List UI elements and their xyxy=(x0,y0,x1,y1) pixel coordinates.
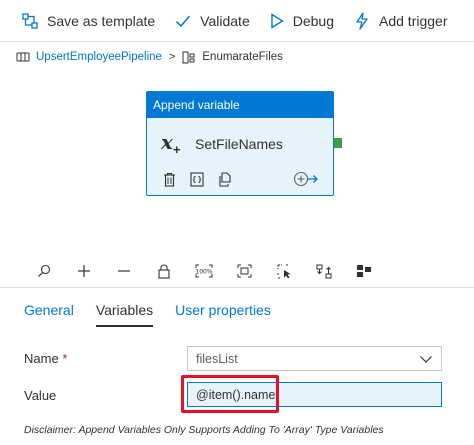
delete-icon[interactable] xyxy=(163,172,176,187)
validate-button[interactable]: Validate xyxy=(175,0,250,42)
copy-icon[interactable] xyxy=(218,172,233,187)
save-as-template-label: Save as template xyxy=(47,12,156,29)
save-as-template-button[interactable]: Save as template xyxy=(22,0,155,42)
tab-general[interactable]: General xyxy=(24,297,74,327)
svg-text:100%: 100% xyxy=(195,269,212,276)
checkmark-icon xyxy=(176,15,191,27)
play-icon xyxy=(271,12,284,29)
variable-name-select[interactable]: filesList xyxy=(187,346,442,371)
breadcrumb: UpsertEmployeePipeline > EnumarateFiles xyxy=(16,47,283,67)
debug-button[interactable]: Debug xyxy=(270,0,334,42)
name-label-text: Name xyxy=(24,351,59,366)
debug-label: Debug xyxy=(292,12,334,29)
add-trigger-label: Add trigger xyxy=(379,12,448,29)
tab-user-properties[interactable]: User properties xyxy=(175,297,271,327)
properties-tabs: General Variables User properties xyxy=(24,297,293,327)
foreach-icon xyxy=(182,51,195,63)
pipeline-icon xyxy=(16,52,30,62)
zoom-out-icon[interactable] xyxy=(104,264,144,278)
select-icon[interactable] xyxy=(264,264,304,279)
activity-name: SetFileNames xyxy=(195,136,283,152)
lock-icon[interactable] xyxy=(144,263,184,279)
breadcrumb-pipeline-link[interactable]: UpsertEmployeePipeline xyxy=(36,51,162,63)
layout-icon[interactable] xyxy=(344,264,384,278)
breadcrumb-separator: > xyxy=(168,51,176,63)
tab-variables[interactable]: Variables xyxy=(95,297,154,327)
zoom-in-icon[interactable] xyxy=(64,264,104,278)
search-icon[interactable] xyxy=(24,264,64,278)
activity-actions xyxy=(163,172,247,187)
disclaimer-text: Disclaimer: Append Variables Only Suppor… xyxy=(24,424,384,436)
canvas-toolbar: 100% xyxy=(24,258,384,284)
zoom-100-icon[interactable]: 100% xyxy=(184,264,224,278)
variable-plus-icon: + xyxy=(173,142,181,157)
variable-icon: x xyxy=(161,130,173,154)
append-variable-activity[interactable]: Append variable x + SetFileNames xyxy=(146,91,334,196)
variable-name-value: filesList xyxy=(196,351,238,366)
panel-divider xyxy=(0,287,474,288)
auto-align-icon[interactable] xyxy=(304,264,344,279)
value-field-label: Value xyxy=(24,388,57,403)
activity-body: x + SetFileNames xyxy=(147,118,333,195)
activity-success-port[interactable] xyxy=(334,138,342,148)
name-field-label: Name * xyxy=(24,351,67,366)
chevron-down-icon xyxy=(420,356,432,363)
template-icon xyxy=(22,12,38,29)
validate-label: Validate xyxy=(200,12,250,29)
code-icon[interactable] xyxy=(190,172,204,187)
fit-to-screen-icon[interactable] xyxy=(224,264,264,278)
breadcrumb-current: EnumarateFiles xyxy=(202,51,283,63)
add-trigger-button[interactable]: Add trigger xyxy=(354,0,447,42)
pipeline-toolbar: Save as template Validate Debug Add trig… xyxy=(0,0,474,42)
required-marker: * xyxy=(62,351,68,366)
value-highlight-box xyxy=(181,375,279,413)
lightning-icon xyxy=(356,11,368,30)
activity-type-header: Append variable xyxy=(147,92,333,118)
add-output-icon[interactable] xyxy=(293,171,319,192)
